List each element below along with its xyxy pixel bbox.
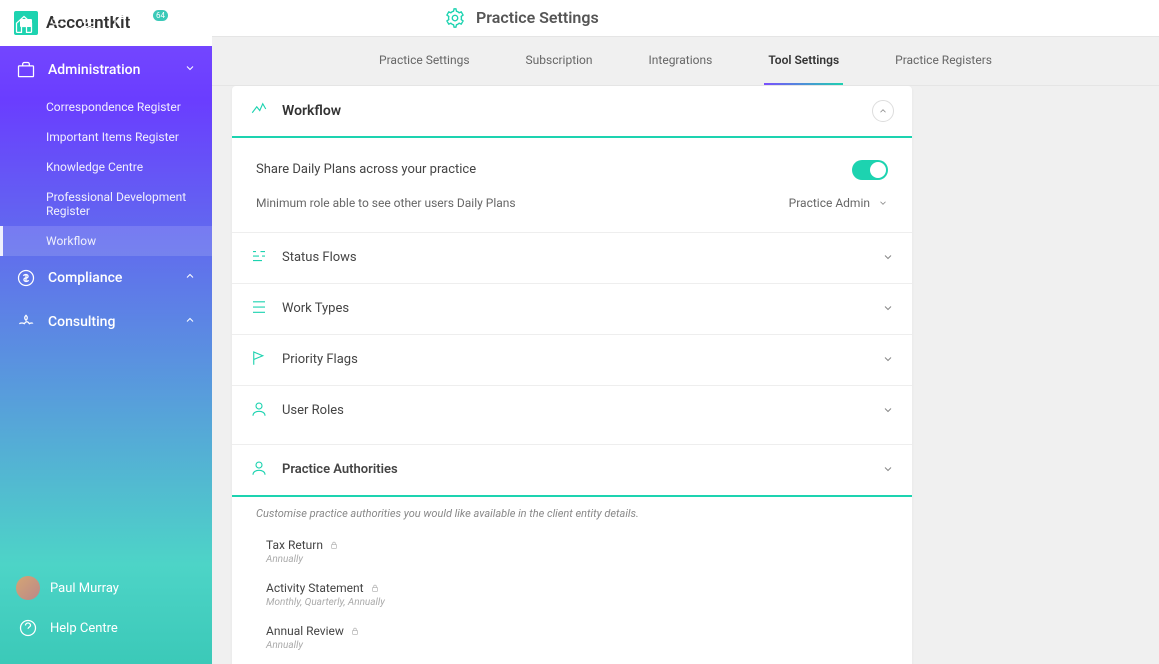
authority-freq: Annually: [266, 554, 878, 565]
authority-item[interactable]: Annual Review Annually: [266, 616, 878, 659]
sidebar: 64 Administration Correspondence Registe…: [0, 0, 212, 664]
avatar: [16, 576, 40, 600]
sidebar-item-workflow[interactable]: Workflow: [0, 226, 212, 256]
help-icon: [16, 616, 40, 640]
user-icon: [250, 400, 270, 422]
dollar-circle-icon: [16, 268, 36, 288]
page-title: Practice Settings: [476, 8, 599, 27]
practice-authorities-desc: Customise practice authorities you would…: [232, 497, 912, 526]
briefcase-icon: [16, 60, 36, 80]
authority-name: Activity Statement: [266, 581, 364, 595]
chevron-up-icon: [184, 270, 196, 286]
section-workflow[interactable]: Workflow: [232, 86, 912, 138]
list-icon[interactable]: [46, 14, 66, 34]
lock-icon: [329, 540, 339, 550]
home-icon[interactable]: [14, 14, 34, 34]
chevron-down-icon: [882, 460, 894, 479]
nav-admin-label: Administration: [48, 62, 140, 78]
authority-freq: Monthly, Quarterly, Annually: [266, 597, 878, 608]
section-work-types[interactable]: Work Types: [232, 283, 912, 334]
settings-card: Workflow Share Daily Plans across your p…: [232, 86, 912, 664]
authority-item[interactable]: PayrollWeekly, Fortnightly, Monthly: [266, 659, 878, 664]
lock-icon: [350, 626, 360, 636]
tab-integrations[interactable]: Integrations: [645, 37, 717, 85]
section-status-flows[interactable]: Status Flows: [232, 232, 912, 283]
flag-icon: [250, 349, 270, 371]
min-role-label: Minimum role able to see other users Dai…: [256, 196, 516, 210]
share-plans-label: Share Daily Plans across your practice: [256, 162, 476, 177]
work-types-icon: [250, 298, 270, 320]
chevron-down-icon: [882, 299, 894, 318]
people-icon[interactable]: [78, 14, 98, 34]
section-workflow-title: Workflow: [282, 103, 341, 119]
help-label: Help Centre: [50, 621, 118, 636]
lock-icon: [370, 583, 380, 593]
topbar: Practice Settings: [212, 0, 1159, 37]
section-user-roles[interactable]: User Roles: [232, 385, 912, 436]
nav-compliance[interactable]: Compliance: [0, 256, 212, 300]
authorities-icon: [250, 459, 270, 481]
chevron-down-icon: [882, 248, 894, 267]
bell-icon[interactable]: 64: [142, 14, 162, 34]
chevron-up-icon: [184, 314, 196, 330]
chevron-down-icon: [882, 350, 894, 369]
nav-consulting[interactable]: Consulting: [0, 300, 212, 344]
notification-badge: 64: [153, 10, 168, 21]
authority-freq: Annually: [266, 640, 878, 651]
authority-name: Annual Review: [266, 624, 344, 638]
nav-compliance-label: Compliance: [48, 270, 122, 286]
authority-name: Tax Return: [266, 538, 323, 552]
nav-consulting-label: Consulting: [48, 314, 115, 330]
sidebar-item-pdr[interactable]: Professional Development Register: [0, 182, 212, 226]
tab-practice-settings[interactable]: Practice Settings: [375, 37, 474, 85]
hands-icon: [16, 312, 36, 332]
search-icon[interactable]: [174, 14, 194, 34]
tab-practice-registers[interactable]: Practice Registers: [891, 37, 996, 85]
nav-administration[interactable]: Administration: [0, 48, 212, 92]
help-centre[interactable]: Help Centre: [16, 608, 196, 648]
sidebar-item-correspondence[interactable]: Correspondence Register: [0, 92, 212, 122]
share-plans-toggle[interactable]: [852, 160, 888, 180]
sidebar-item-knowledge[interactable]: Knowledge Centre: [0, 152, 212, 182]
authority-item[interactable]: Activity Statement Monthly, Quarterly, An…: [266, 573, 878, 616]
device-icon[interactable]: [110, 14, 130, 34]
tab-tool-settings[interactable]: Tool Settings: [764, 37, 843, 85]
tabs: Practice Settings Subscription Integrati…: [212, 37, 1159, 86]
tab-subscription[interactable]: Subscription: [522, 37, 597, 85]
user-name: Paul Murray: [50, 581, 119, 596]
min-role-select[interactable]: Practice Admin: [789, 196, 888, 210]
authority-item[interactable]: Tax Return Annually: [266, 530, 878, 573]
section-practice-authorities[interactable]: Practice Authorities: [232, 444, 912, 497]
user-profile[interactable]: Paul Murray: [16, 568, 196, 608]
authorities-list: Tax Return Annually Activity Statement Mont…: [232, 526, 912, 664]
chevron-down-icon: [184, 62, 196, 78]
section-priority-flags[interactable]: Priority Flags: [232, 334, 912, 385]
gear-icon: [444, 7, 466, 29]
min-role-value: Practice Admin: [789, 196, 870, 210]
workflow-icon: [250, 100, 270, 122]
chevron-down-icon: [878, 198, 888, 208]
status-flows-icon: [250, 247, 270, 269]
collapse-icon[interactable]: [872, 100, 894, 122]
sidebar-item-important-items[interactable]: Important Items Register: [0, 122, 212, 152]
chevron-down-icon: [882, 401, 894, 420]
